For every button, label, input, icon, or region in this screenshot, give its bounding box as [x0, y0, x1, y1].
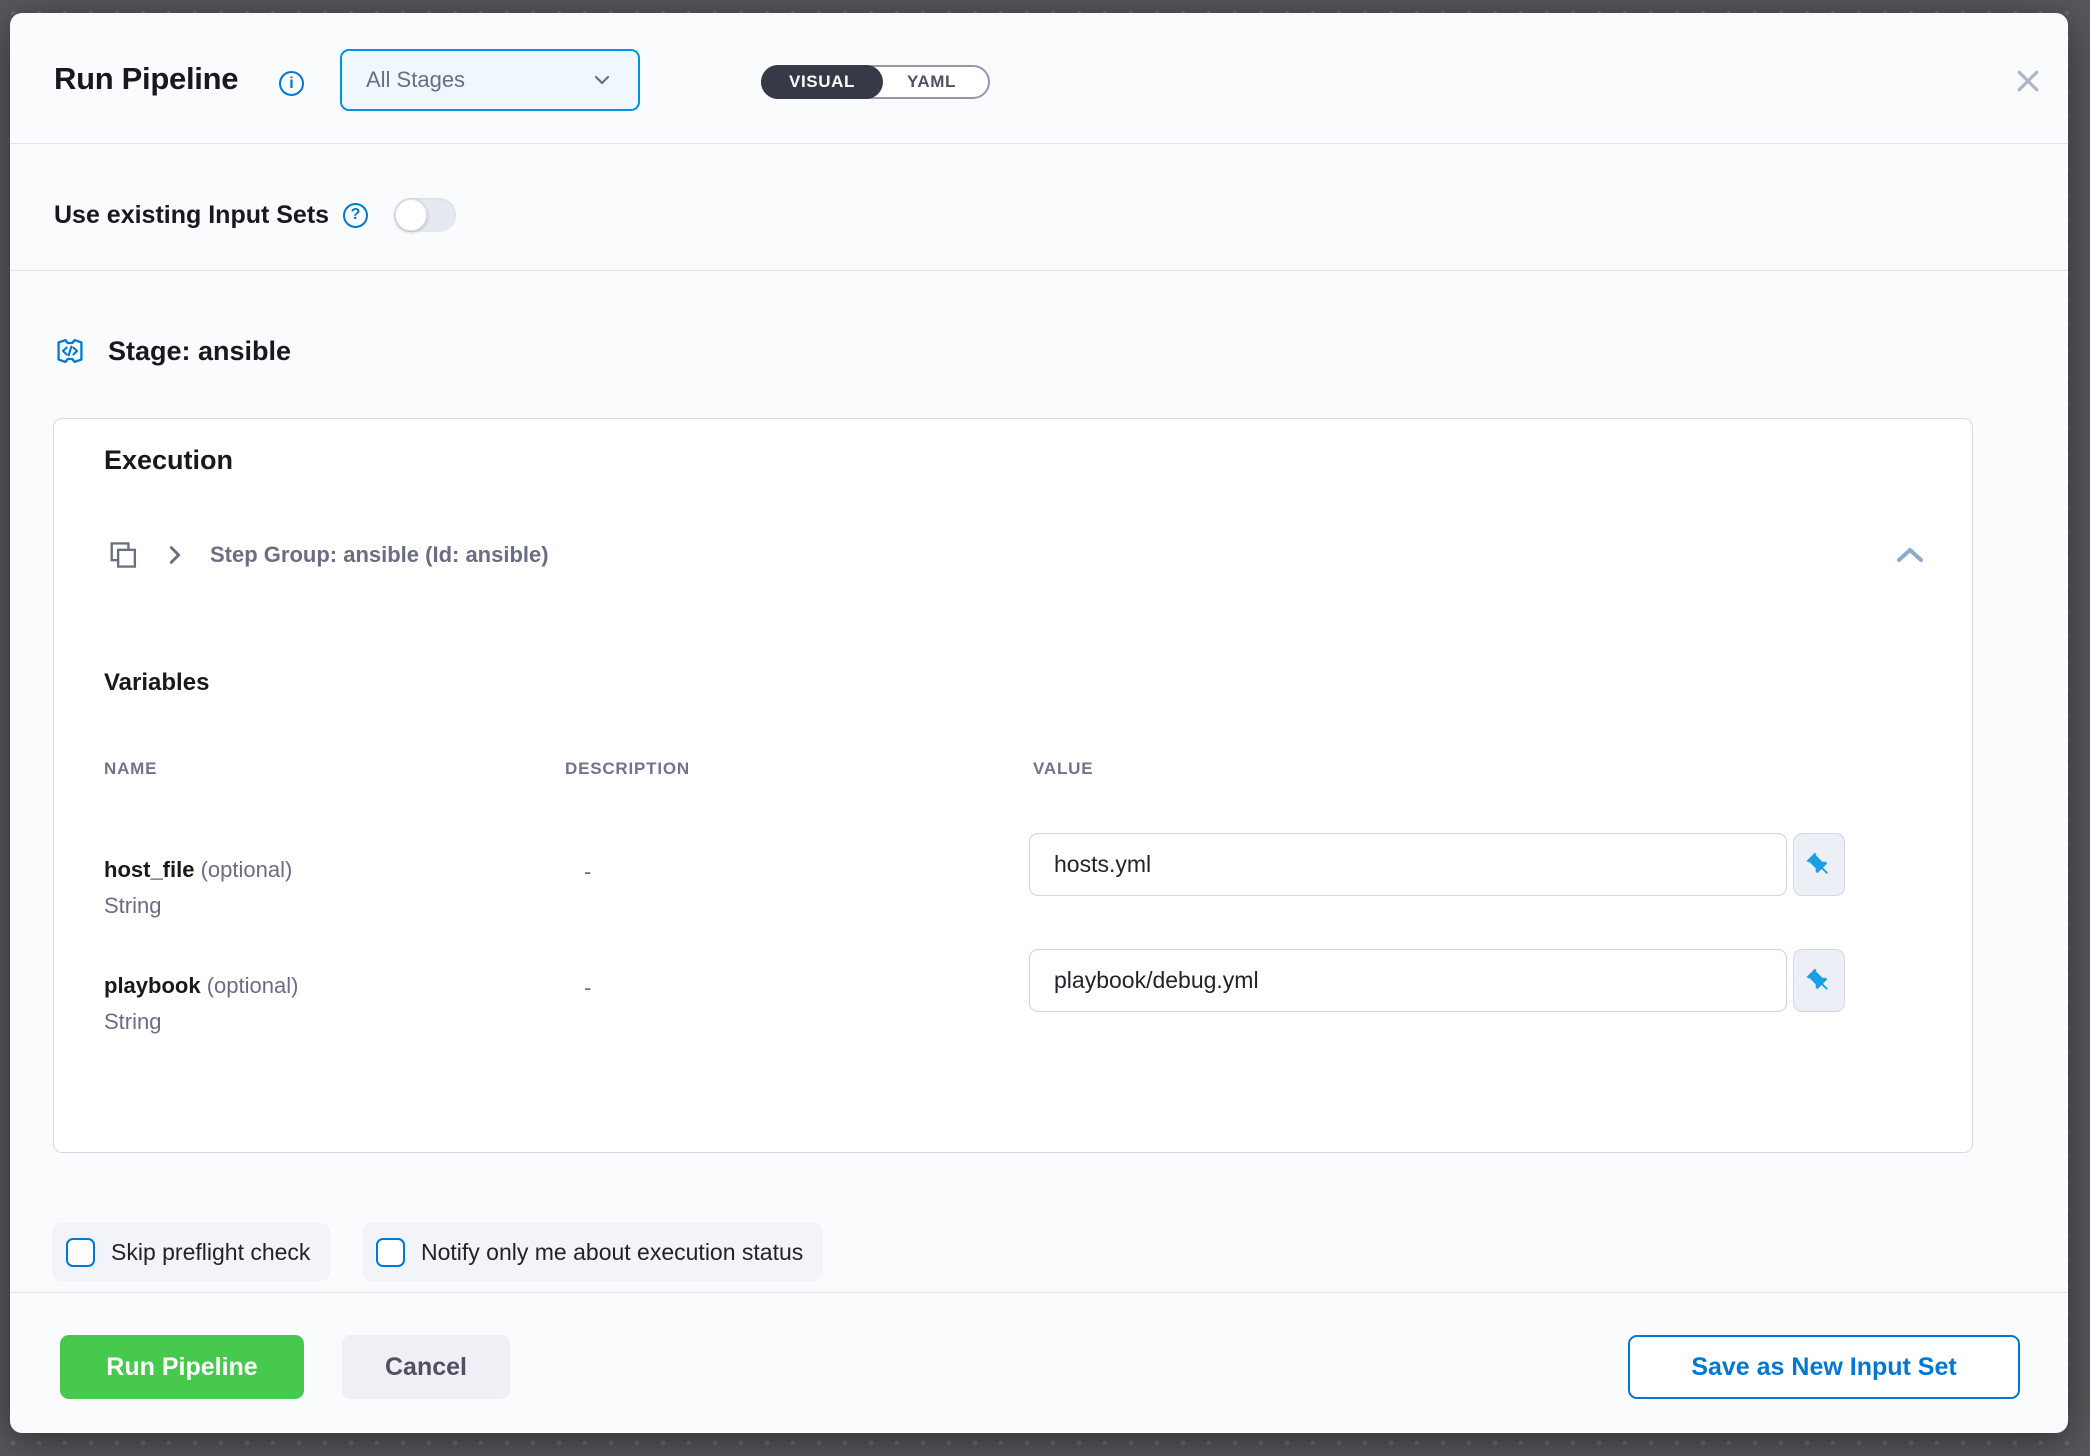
close-icon[interactable]	[2008, 61, 2048, 101]
execution-card: Execution Step Group: ansible (Id: ansib…	[53, 418, 1973, 1153]
section-divider	[10, 270, 2068, 271]
tab-yaml[interactable]: YAML	[881, 67, 988, 97]
notify-me-option: Notify only me about execution status	[362, 1223, 823, 1281]
skip-preflight-label: Skip preflight check	[111, 1239, 310, 1266]
column-header-name: NAME	[104, 759, 157, 779]
stage-select-value: All Stages	[366, 67, 465, 93]
save-as-new-input-set-button[interactable]: Save as New Input Set	[1628, 1335, 2020, 1399]
tab-visual[interactable]: VISUAL	[761, 65, 883, 99]
step-group-copy-icon	[104, 537, 140, 573]
variable-name: playbook (optional)	[104, 973, 298, 999]
run-pipeline-button[interactable]: Run Pipeline	[60, 1335, 304, 1399]
pin-icon[interactable]	[1793, 833, 1845, 896]
step-group-row: Step Group: ansible (Id: ansible)	[104, 535, 549, 575]
chevron-right-icon[interactable]	[164, 544, 186, 566]
column-header-value: VALUE	[1033, 759, 1093, 779]
info-icon[interactable]: i	[279, 71, 304, 96]
page-title: Run Pipeline	[54, 61, 238, 97]
variable-type: String	[104, 1009, 161, 1035]
visual-yaml-toggle: VISUAL YAML	[761, 65, 990, 99]
use-existing-input-sets-label: Use existing Input Sets	[54, 201, 329, 230]
column-header-description: DESCRIPTION	[565, 759, 690, 779]
step-group-label: Step Group: ansible (Id: ansible)	[210, 542, 549, 568]
chevron-down-icon	[590, 68, 614, 92]
pipeline-studio-backdrop: Run Pipeline i All Stages VISUAL YAML Us…	[0, 0, 2090, 1456]
variable-description: -	[584, 975, 591, 1001]
input-sets-toggle[interactable]	[394, 198, 456, 232]
header-divider	[10, 143, 2068, 144]
playbook-value-input[interactable]	[1029, 949, 1787, 1012]
stage-select-dropdown[interactable]: All Stages	[340, 49, 640, 111]
collapse-chevron-up-icon[interactable]	[1888, 537, 1932, 573]
notify-me-label: Notify only me about execution status	[421, 1239, 803, 1266]
variable-description: -	[584, 859, 591, 885]
run-pipeline-modal: Run Pipeline i All Stages VISUAL YAML Us…	[10, 13, 2068, 1433]
skip-preflight-checkbox[interactable]	[66, 1238, 95, 1267]
toggle-knob	[395, 199, 427, 231]
execution-title: Execution	[104, 445, 233, 476]
host-file-value-input[interactable]	[1029, 833, 1787, 896]
stage-row: Stage: ansible	[54, 331, 291, 371]
skip-preflight-option: Skip preflight check	[52, 1223, 330, 1281]
variables-title: Variables	[104, 669, 209, 697]
variable-type: String	[104, 893, 161, 919]
footer-divider	[10, 1292, 2068, 1293]
use-existing-input-sets-row: Use existing Input Sets ?	[54, 193, 456, 237]
custom-stage-code-icon	[54, 335, 86, 367]
help-icon[interactable]: ?	[343, 203, 368, 228]
variable-name: host_file (optional)	[104, 857, 292, 883]
notify-me-checkbox[interactable]	[376, 1238, 405, 1267]
cancel-button[interactable]: Cancel	[342, 1335, 510, 1399]
pin-icon[interactable]	[1793, 949, 1845, 1012]
stage-title: Stage: ansible	[108, 336, 291, 367]
